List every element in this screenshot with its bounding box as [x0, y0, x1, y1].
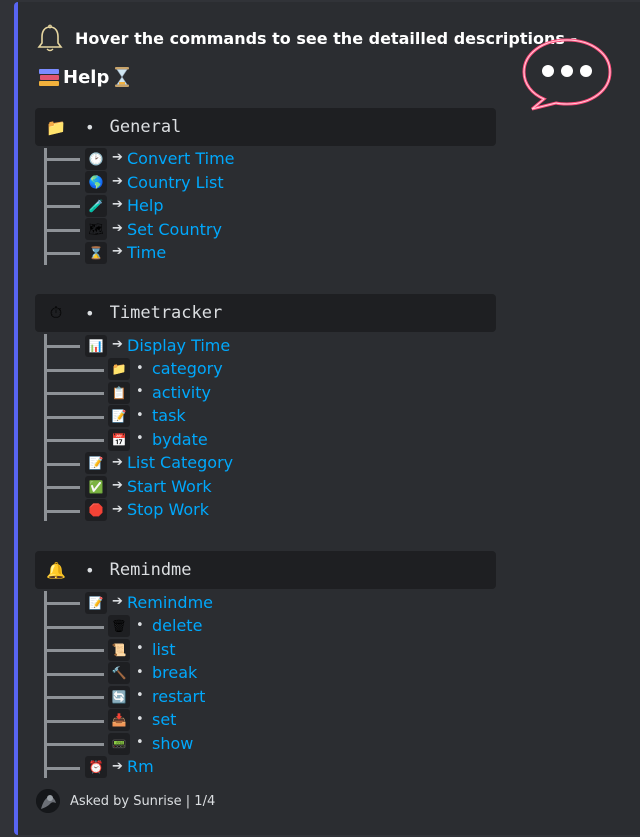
command-convert-time[interactable]: Convert Time — [127, 149, 235, 168]
section-title: Remindme — [109, 560, 192, 580]
test-tube-icon: 🧪 — [85, 195, 107, 217]
inbox-icon: 📥 — [108, 709, 130, 731]
footer-text: Asked by Sunrise | 1/4 — [70, 793, 216, 809]
memo-icon: 📝 — [85, 592, 107, 614]
subcommand-break[interactable]: break — [152, 663, 197, 682]
section-timetracker: ⏱ • Timetracker — [35, 294, 496, 332]
separator-dot: • — [85, 560, 95, 580]
subcommand-category[interactable]: category — [152, 359, 223, 378]
globe-icon: 🌎 — [85, 171, 107, 193]
clock-icon: 🕑 — [85, 148, 107, 170]
section-remindme: 🔔 • Remindme — [35, 551, 496, 589]
tree-line — [44, 591, 47, 778]
subcommand-restart[interactable]: restart — [152, 687, 205, 706]
bar-chart-icon: 📊 — [85, 335, 107, 357]
scroll-icon: 📜 — [108, 639, 130, 661]
hourglass-icon — [115, 67, 130, 87]
subcommand-delete[interactable]: delete — [152, 616, 202, 635]
refresh-icon: 🔄 — [108, 686, 130, 708]
alarm-clock-icon: ⏰ — [85, 756, 107, 778]
subcommand-task[interactable]: task — [152, 406, 186, 425]
separator-dot: • — [85, 303, 95, 323]
subcommand-show[interactable]: show — [152, 734, 193, 753]
stopwatch-icon: ⌛ — [85, 242, 107, 264]
memo-icon: 📝 — [108, 405, 130, 427]
help-label: Help — [63, 66, 110, 88]
embed-title: Hover the commands to see the detailled … — [75, 29, 578, 48]
command-help[interactable]: Help — [127, 196, 163, 215]
books-icon — [39, 69, 59, 86]
avatar[interactable] — [36, 789, 60, 813]
command-set-country[interactable]: Set Country — [127, 220, 222, 239]
embed-footer: Asked by Sunrise | 1/4 — [36, 789, 215, 813]
folder-icon: 📁 — [46, 117, 66, 137]
hammer-icon: 🔨 — [108, 662, 130, 684]
trash-icon: 🗑 — [108, 615, 130, 637]
command-stop-work[interactable]: Stop Work — [127, 500, 209, 519]
stop-sign-icon: 🛑 — [85, 499, 107, 521]
check-mark-icon: ✅ — [85, 476, 107, 498]
command-rm[interactable]: Rm — [127, 757, 154, 776]
command-list-category[interactable]: List Category — [127, 453, 233, 472]
command-time[interactable]: Time — [127, 243, 166, 262]
bell-icon: 🔔 — [46, 560, 66, 580]
subcommand-bydate[interactable]: bydate — [152, 430, 208, 449]
pager-icon: 📟 — [108, 733, 130, 755]
speech-bubble-icon — [522, 38, 612, 111]
command-country-list[interactable]: Country List — [127, 173, 224, 192]
section-title: General — [109, 117, 182, 137]
separator-dot: • — [85, 117, 95, 137]
bell-outline-icon — [37, 24, 63, 52]
help-heading: Help — [38, 66, 132, 88]
memo-icon: 📝 — [85, 452, 107, 474]
subcommand-set[interactable]: set — [152, 710, 176, 729]
calendar-icon: 📅 — [108, 429, 130, 451]
clipboard-icon: 📋 — [108, 382, 130, 404]
command-display-time[interactable]: Display Time — [127, 336, 230, 355]
tree-line — [44, 334, 47, 521]
section-general: 📁 • General — [35, 108, 496, 146]
map-icon: 🗺 — [85, 218, 107, 240]
command-start-work[interactable]: Start Work — [127, 477, 212, 496]
subcommand-activity[interactable]: activity — [152, 383, 211, 402]
section-title: Timetracker — [109, 303, 223, 323]
timer-icon: ⏱ — [49, 303, 63, 322]
subcommand-list[interactable]: list — [152, 640, 176, 659]
command-remindme[interactable]: Remindme — [127, 593, 213, 612]
folder-icon: 📁 — [108, 358, 130, 380]
